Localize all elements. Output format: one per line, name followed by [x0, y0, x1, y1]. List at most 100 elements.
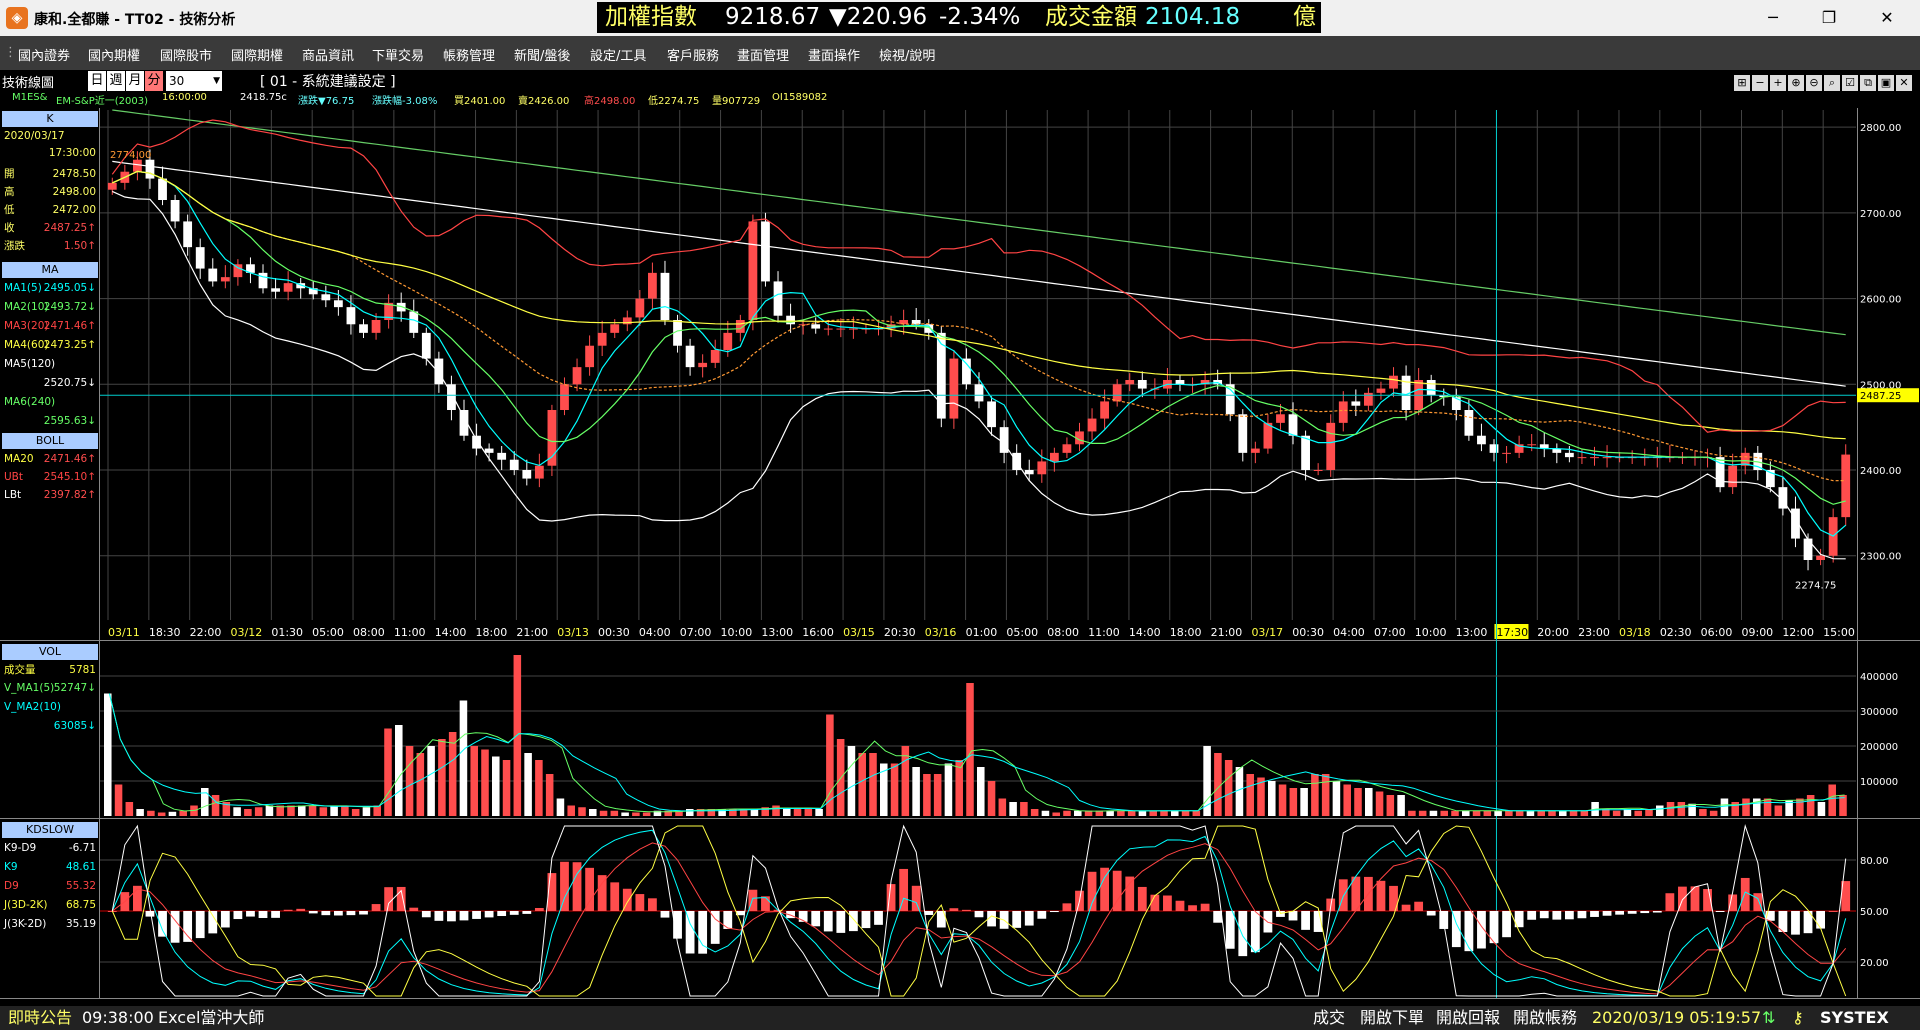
kd-histogram-bar	[1602, 911, 1612, 916]
volume-bar	[1268, 781, 1276, 816]
kd-histogram-bar	[1100, 867, 1110, 911]
status-datetime: 2020/03/19 05:19:57	[1592, 1008, 1762, 1027]
candle-body	[786, 315, 795, 325]
volume-bar	[912, 767, 920, 816]
notice-text[interactable]: Excel當沖大師	[158, 1006, 264, 1030]
candle-body	[560, 384, 569, 410]
open-order-button[interactable]: 開啟下單	[1360, 1006, 1424, 1030]
candle-body	[660, 272, 670, 320]
time-tick-label: 13:00	[1456, 626, 1488, 639]
volume-bar	[578, 807, 586, 816]
volume-bar	[1106, 810, 1114, 816]
time-tick-label: 01:30	[271, 626, 303, 639]
volume-bar	[1472, 810, 1481, 816]
candle-body	[748, 221, 758, 320]
volume-bar	[1763, 798, 1772, 816]
candle-body	[1841, 454, 1851, 518]
volume-bar	[1634, 810, 1642, 816]
volume-tick-label: 400000	[1860, 672, 1898, 683]
kd-histogram-bar	[1539, 911, 1549, 919]
volume-bar	[1720, 798, 1729, 816]
volume-bar	[621, 812, 629, 816]
price-tick-label: 2700.00	[1860, 209, 1901, 220]
open-account-button[interactable]: 開啟帳務	[1513, 1006, 1577, 1030]
kd-histogram-bar	[660, 911, 670, 918]
kd-histogram-bar	[1414, 901, 1424, 911]
volume-bar	[1365, 788, 1373, 816]
kd-histogram-bar	[1464, 911, 1474, 952]
kd-histogram-bar	[145, 911, 155, 917]
volume-bar	[1677, 802, 1686, 816]
time-tick-label: 07:00	[1374, 626, 1406, 639]
kd-histogram-bar	[585, 867, 595, 911]
candle-body	[534, 465, 544, 479]
candle-body	[208, 268, 218, 282]
candle-body	[472, 435, 481, 449]
volume-bar	[1332, 781, 1341, 816]
low-annotation: 2274.75	[1795, 580, 1836, 591]
candle-body	[271, 288, 280, 292]
kd-histogram-bar	[1062, 903, 1072, 911]
volume-bar	[987, 781, 996, 816]
kd-histogram-bar	[1426, 911, 1436, 916]
volume-bar	[545, 774, 554, 816]
candle-body	[1564, 452, 1574, 458]
candle-body	[761, 221, 770, 282]
volume-bar	[1817, 802, 1826, 816]
open-report-button[interactable]: 開啟回報	[1436, 1006, 1500, 1030]
kd-histogram-bar	[560, 861, 569, 911]
candle-body	[1338, 401, 1348, 423]
kd-histogram-bar	[1288, 911, 1298, 921]
kd-histogram-bar	[899, 868, 909, 911]
time-tick-label: 04:00	[1333, 626, 1365, 639]
volume-bar	[1311, 774, 1319, 816]
candle-body	[170, 200, 180, 222]
volume-bar	[1429, 810, 1438, 816]
current-price-label: 2487.25	[1860, 391, 1901, 402]
kd-histogram-bar	[183, 911, 193, 942]
fills-button[interactable]: 成交	[1313, 1006, 1345, 1030]
kd-histogram-bar	[1665, 893, 1675, 911]
kd-histogram-bar	[874, 911, 883, 925]
time-tick-label: 05:00	[312, 626, 344, 639]
volume-bar	[427, 746, 435, 816]
kd-histogram-bar	[1376, 880, 1386, 911]
volume-bar	[783, 809, 791, 816]
volume-bar	[1117, 810, 1125, 816]
volume-bar	[933, 774, 942, 816]
candle-body	[409, 311, 419, 333]
kd-histogram-bar	[1163, 895, 1172, 911]
kd-histogram-bar	[1640, 911, 1650, 914]
kd-histogram-bar	[1012, 911, 1022, 928]
volume-bar	[1494, 810, 1502, 816]
volume-bar	[201, 788, 209, 816]
kd-histogram-bar	[195, 911, 205, 939]
time-tick-label: 04:00	[639, 626, 671, 639]
volume-bar	[1214, 753, 1222, 816]
kd-histogram-bar	[1577, 911, 1587, 919]
volume-bar	[351, 809, 360, 816]
volume-bar	[1656, 805, 1664, 816]
volume-bar	[998, 798, 1007, 816]
notice-label[interactable]: 即時公告	[8, 1006, 72, 1030]
kd-histogram-bar	[308, 911, 318, 914]
volume-bar	[1418, 810, 1427, 816]
technical-chart[interactable]: 03/11 18:30 22:00 03/12 01:30 05:00 08:00 11:00…	[0, 0, 1920, 1000]
volume-bar	[1451, 810, 1459, 816]
volume-bar	[1171, 810, 1179, 816]
time-tick-label: 11:00	[1088, 626, 1120, 639]
time-tick-label: 07:00	[680, 626, 712, 639]
volume-bar	[1375, 791, 1384, 816]
candle-body	[1037, 461, 1047, 475]
kd-histogram-bar	[1615, 911, 1625, 915]
candle-body	[183, 221, 193, 248]
time-tick-label: 03/15	[843, 626, 875, 639]
lock-icon: ⚷	[1792, 1008, 1804, 1027]
volume-bar	[1149, 810, 1157, 816]
volume-bar	[966, 683, 974, 816]
kd-histogram-bar	[1828, 910, 1838, 912]
kd-histogram-bar	[459, 911, 469, 921]
candle-body	[962, 358, 971, 385]
kd-histogram-bar	[497, 911, 507, 917]
candle-body	[1100, 401, 1110, 419]
